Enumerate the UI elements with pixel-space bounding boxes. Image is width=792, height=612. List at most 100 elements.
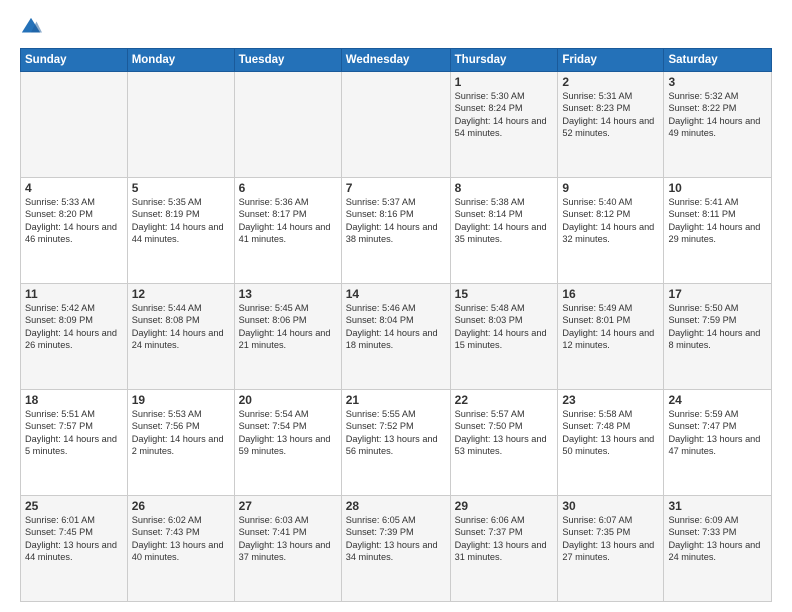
day-number: 30 [562,499,659,513]
day-info: Sunrise: 6:01 AM Sunset: 7:45 PM Dayligh… [25,514,123,564]
day-number: 26 [132,499,230,513]
calendar-cell: 1Sunrise: 5:30 AM Sunset: 8:24 PM Daylig… [450,72,558,178]
day-number: 23 [562,393,659,407]
day-number: 1 [455,75,554,89]
day-info: Sunrise: 6:05 AM Sunset: 7:39 PM Dayligh… [346,514,446,564]
day-info: Sunrise: 5:38 AM Sunset: 8:14 PM Dayligh… [455,196,554,246]
day-info: Sunrise: 6:09 AM Sunset: 7:33 PM Dayligh… [668,514,767,564]
calendar-cell: 20Sunrise: 5:54 AM Sunset: 7:54 PM Dayli… [234,390,341,496]
day-number: 21 [346,393,446,407]
calendar-cell: 7Sunrise: 5:37 AM Sunset: 8:16 PM Daylig… [341,178,450,284]
day-number: 9 [562,181,659,195]
day-number: 22 [455,393,554,407]
day-info: Sunrise: 5:31 AM Sunset: 8:23 PM Dayligh… [562,90,659,140]
calendar-cell: 22Sunrise: 5:57 AM Sunset: 7:50 PM Dayli… [450,390,558,496]
weekday-header-row: SundayMondayTuesdayWednesdayThursdayFrid… [21,49,772,72]
day-number: 27 [239,499,337,513]
calendar-cell [341,72,450,178]
calendar-cell: 6Sunrise: 5:36 AM Sunset: 8:17 PM Daylig… [234,178,341,284]
weekday-header-thursday: Thursday [450,49,558,72]
day-info: Sunrise: 6:06 AM Sunset: 7:37 PM Dayligh… [455,514,554,564]
day-number: 4 [25,181,123,195]
day-info: Sunrise: 5:48 AM Sunset: 8:03 PM Dayligh… [455,302,554,352]
calendar-cell: 3Sunrise: 5:32 AM Sunset: 8:22 PM Daylig… [664,72,772,178]
calendar-cell [21,72,128,178]
day-info: Sunrise: 5:30 AM Sunset: 8:24 PM Dayligh… [455,90,554,140]
day-info: Sunrise: 5:36 AM Sunset: 8:17 PM Dayligh… [239,196,337,246]
calendar-cell: 26Sunrise: 6:02 AM Sunset: 7:43 PM Dayli… [127,496,234,602]
day-info: Sunrise: 5:42 AM Sunset: 8:09 PM Dayligh… [25,302,123,352]
day-number: 14 [346,287,446,301]
day-number: 12 [132,287,230,301]
day-info: Sunrise: 5:55 AM Sunset: 7:52 PM Dayligh… [346,408,446,458]
week-row-5: 25Sunrise: 6:01 AM Sunset: 7:45 PM Dayli… [21,496,772,602]
weekday-header-saturday: Saturday [664,49,772,72]
day-info: Sunrise: 5:59 AM Sunset: 7:47 PM Dayligh… [668,408,767,458]
calendar-cell: 15Sunrise: 5:48 AM Sunset: 8:03 PM Dayli… [450,284,558,390]
calendar-cell: 19Sunrise: 5:53 AM Sunset: 7:56 PM Dayli… [127,390,234,496]
day-number: 28 [346,499,446,513]
day-number: 13 [239,287,337,301]
day-number: 18 [25,393,123,407]
calendar-cell: 10Sunrise: 5:41 AM Sunset: 8:11 PM Dayli… [664,178,772,284]
day-number: 6 [239,181,337,195]
day-number: 31 [668,499,767,513]
calendar-cell: 11Sunrise: 5:42 AM Sunset: 8:09 PM Dayli… [21,284,128,390]
day-info: Sunrise: 5:50 AM Sunset: 7:59 PM Dayligh… [668,302,767,352]
day-number: 11 [25,287,123,301]
calendar-cell [234,72,341,178]
calendar-cell: 12Sunrise: 5:44 AM Sunset: 8:08 PM Dayli… [127,284,234,390]
calendar-cell: 21Sunrise: 5:55 AM Sunset: 7:52 PM Dayli… [341,390,450,496]
day-info: Sunrise: 5:45 AM Sunset: 8:06 PM Dayligh… [239,302,337,352]
day-info: Sunrise: 6:02 AM Sunset: 7:43 PM Dayligh… [132,514,230,564]
calendar-cell: 29Sunrise: 6:06 AM Sunset: 7:37 PM Dayli… [450,496,558,602]
calendar-cell: 13Sunrise: 5:45 AM Sunset: 8:06 PM Dayli… [234,284,341,390]
week-row-1: 1Sunrise: 5:30 AM Sunset: 8:24 PM Daylig… [21,72,772,178]
day-info: Sunrise: 5:51 AM Sunset: 7:57 PM Dayligh… [25,408,123,458]
calendar-table: SundayMondayTuesdayWednesdayThursdayFrid… [20,48,772,602]
logo [20,16,46,38]
calendar-cell: 9Sunrise: 5:40 AM Sunset: 8:12 PM Daylig… [558,178,664,284]
day-number: 19 [132,393,230,407]
day-info: Sunrise: 6:07 AM Sunset: 7:35 PM Dayligh… [562,514,659,564]
calendar-cell: 24Sunrise: 5:59 AM Sunset: 7:47 PM Dayli… [664,390,772,496]
day-number: 17 [668,287,767,301]
calendar-cell: 27Sunrise: 6:03 AM Sunset: 7:41 PM Dayli… [234,496,341,602]
day-number: 10 [668,181,767,195]
calendar-cell: 31Sunrise: 6:09 AM Sunset: 7:33 PM Dayli… [664,496,772,602]
calendar-cell: 14Sunrise: 5:46 AM Sunset: 8:04 PM Dayli… [341,284,450,390]
day-number: 3 [668,75,767,89]
day-number: 15 [455,287,554,301]
day-number: 25 [25,499,123,513]
day-number: 7 [346,181,446,195]
day-info: Sunrise: 5:58 AM Sunset: 7:48 PM Dayligh… [562,408,659,458]
calendar-cell: 18Sunrise: 5:51 AM Sunset: 7:57 PM Dayli… [21,390,128,496]
day-number: 5 [132,181,230,195]
day-info: Sunrise: 5:44 AM Sunset: 8:08 PM Dayligh… [132,302,230,352]
day-number: 24 [668,393,767,407]
calendar-cell: 23Sunrise: 5:58 AM Sunset: 7:48 PM Dayli… [558,390,664,496]
day-info: Sunrise: 5:33 AM Sunset: 8:20 PM Dayligh… [25,196,123,246]
calendar-cell: 28Sunrise: 6:05 AM Sunset: 7:39 PM Dayli… [341,496,450,602]
day-info: Sunrise: 5:53 AM Sunset: 7:56 PM Dayligh… [132,408,230,458]
weekday-header-tuesday: Tuesday [234,49,341,72]
weekday-header-friday: Friday [558,49,664,72]
day-number: 8 [455,181,554,195]
day-info: Sunrise: 5:37 AM Sunset: 8:16 PM Dayligh… [346,196,446,246]
week-row-2: 4Sunrise: 5:33 AM Sunset: 8:20 PM Daylig… [21,178,772,284]
calendar-page: SundayMondayTuesdayWednesdayThursdayFrid… [0,0,792,612]
day-number: 2 [562,75,659,89]
weekday-header-sunday: Sunday [21,49,128,72]
calendar-cell: 16Sunrise: 5:49 AM Sunset: 8:01 PM Dayli… [558,284,664,390]
day-info: Sunrise: 5:32 AM Sunset: 8:22 PM Dayligh… [668,90,767,140]
calendar-cell: 30Sunrise: 6:07 AM Sunset: 7:35 PM Dayli… [558,496,664,602]
day-number: 20 [239,393,337,407]
weekday-header-wednesday: Wednesday [341,49,450,72]
logo-icon [20,16,42,38]
day-info: Sunrise: 6:03 AM Sunset: 7:41 PM Dayligh… [239,514,337,564]
calendar-cell: 8Sunrise: 5:38 AM Sunset: 8:14 PM Daylig… [450,178,558,284]
calendar-cell: 4Sunrise: 5:33 AM Sunset: 8:20 PM Daylig… [21,178,128,284]
weekday-header-monday: Monday [127,49,234,72]
calendar-cell: 5Sunrise: 5:35 AM Sunset: 8:19 PM Daylig… [127,178,234,284]
day-number: 16 [562,287,659,301]
